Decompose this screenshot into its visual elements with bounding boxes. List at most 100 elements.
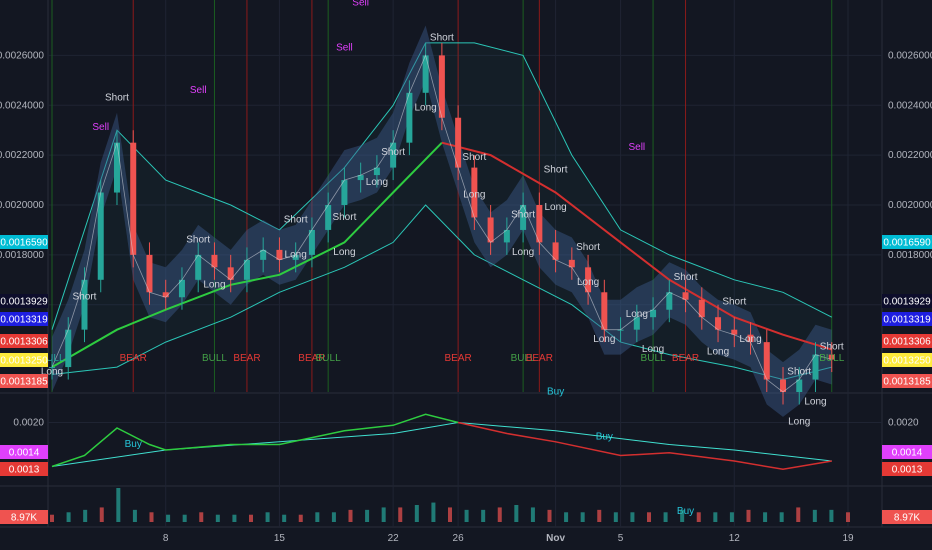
signal-label: Sell <box>190 85 207 96</box>
volume-bar <box>796 507 801 522</box>
volume-bar <box>763 512 768 522</box>
trend-label: BEAR <box>526 353 553 364</box>
volume-bar <box>249 514 253 522</box>
y-tick-label-right: 0.0022000 <box>888 150 932 161</box>
x-tick-label: 8 <box>163 533 169 544</box>
osc-tag-right-text: 0.0013 <box>892 465 923 476</box>
volume-bar <box>746 509 751 522</box>
volume-bar <box>564 512 569 522</box>
price-tag-left-text: 0.0013306 <box>0 337 48 348</box>
osc-tag-left-text: 0.0014 <box>9 448 40 459</box>
osc-tick-label-left: 0.0020 <box>13 418 44 429</box>
volume-bar <box>365 509 370 522</box>
y-tick-label-left: 0.0020000 <box>0 200 44 211</box>
x-tick-label: 19 <box>842 533 854 544</box>
y-tick-label-left: 0.0018000 <box>0 250 44 261</box>
signal-label: Short <box>544 165 568 176</box>
volume-bar <box>182 514 187 522</box>
signal-label: Sell <box>352 0 369 9</box>
volume-bar <box>663 512 668 522</box>
y-tick-label-right: 0.0024000 <box>888 100 932 111</box>
volume-tag-right-text: 8.97K <box>894 513 920 524</box>
osc-tick-label-right: 0.0020 <box>888 418 919 429</box>
y-tick-label-left: 0.0022000 <box>0 150 44 161</box>
volume-tag-left-text: 8.97K <box>11 513 37 524</box>
volume-bar <box>846 512 850 522</box>
signal-label: Short <box>674 272 698 283</box>
y-tick-label-right: 0.0026000 <box>888 50 932 61</box>
price-tag-right-text: 0.0013319 <box>883 315 931 326</box>
volume-bar <box>680 509 685 522</box>
y-tick-label-right: 0.0020000 <box>888 200 932 211</box>
osc-tag-right-text: 0.0014 <box>892 448 923 459</box>
price-tag-left-text: 0.0013250 <box>0 356 48 367</box>
volume-bar <box>232 514 237 522</box>
signal-label: Short <box>381 147 405 158</box>
signal-label: Long <box>707 347 729 358</box>
price-tag-right-text: 0.0013185 <box>883 377 931 388</box>
signal-label: Long <box>333 247 355 258</box>
volume-bar <box>132 509 137 522</box>
trend-label: BEAR <box>120 353 147 364</box>
volume-bar <box>83 509 88 522</box>
signal-label: Sell <box>336 42 353 53</box>
signal-label: Long <box>739 334 761 345</box>
signal-label: Long <box>203 279 225 290</box>
volume-bar <box>696 512 701 522</box>
volume-bar <box>713 512 718 522</box>
signal-label: Long <box>804 396 826 407</box>
signal-label: Short <box>332 212 356 223</box>
signal-label: Short <box>511 209 535 220</box>
volume-bar <box>215 514 220 522</box>
volume-bar <box>514 505 519 522</box>
signal-label: Long <box>285 249 307 260</box>
signal-label: Long <box>544 202 566 213</box>
volume-bar <box>315 512 320 522</box>
volume-bar <box>729 512 734 522</box>
volume-bar <box>398 507 403 522</box>
volume-bar <box>66 512 71 522</box>
y-tick-label-left: 0.0026000 <box>0 50 44 61</box>
signal-label: Buy <box>677 506 694 517</box>
volume-bar <box>166 514 171 522</box>
signal-label: Long <box>788 416 810 427</box>
price-tag-right-text: 0.0013929 <box>883 297 931 308</box>
volume-bar <box>530 507 535 522</box>
volume-bar <box>647 512 651 522</box>
y-tick-label-right: 0.0018000 <box>888 250 932 261</box>
x-tick-label: Nov <box>546 533 565 544</box>
trend-label: BEAR <box>445 353 472 364</box>
price-tag-right-text: 0.0013250 <box>883 356 931 367</box>
signal-label: Long <box>577 277 599 288</box>
volume-bar <box>149 512 154 522</box>
signal-label: Short <box>186 234 210 245</box>
volume-bar <box>50 514 54 522</box>
price-tag-left-text: 0.0013319 <box>0 315 48 326</box>
trend-label: BULL <box>316 353 341 364</box>
price-tag-right-text: 0.0016590 <box>883 238 931 249</box>
x-tick-label: 26 <box>453 533 465 544</box>
signal-label: Long <box>415 102 437 113</box>
volume-bar <box>414 505 419 522</box>
volume-bar <box>812 509 817 522</box>
signal-label: Long <box>366 177 388 188</box>
signal-label: Short <box>73 292 97 303</box>
volume-bar <box>779 512 784 522</box>
signal-label: Short <box>430 32 454 43</box>
volume-bar <box>99 507 104 522</box>
trend-label: BULL <box>202 353 227 364</box>
volume-bar <box>298 514 303 522</box>
volume-bar <box>282 514 287 522</box>
x-tick-label: 12 <box>729 533 741 544</box>
volume-bar <box>613 512 618 522</box>
x-tick-label: 5 <box>618 533 624 544</box>
x-tick-label: 15 <box>274 533 286 544</box>
volume-bar <box>829 509 834 522</box>
trend-label: BEAR <box>672 353 699 364</box>
volume-bar <box>431 502 436 522</box>
signal-label: Long <box>463 190 485 201</box>
volume-bar <box>116 488 121 522</box>
trend-label: BULL <box>819 353 844 364</box>
volume-bar <box>630 512 635 522</box>
trading-chart[interactable]: Sell Short Sell Sell Sell Short Short Long Short… <box>0 0 932 550</box>
